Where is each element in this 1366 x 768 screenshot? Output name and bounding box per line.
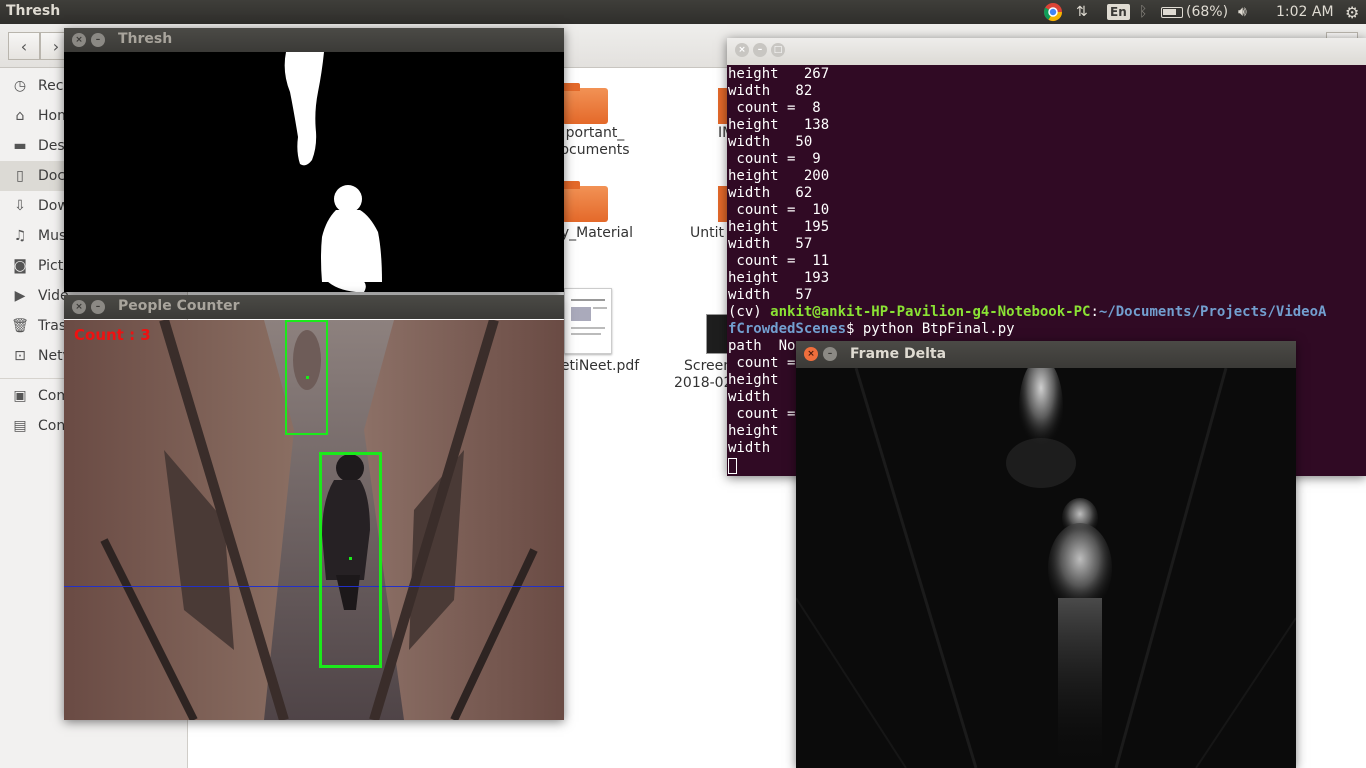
people-counter-titlebar[interactable]: × – People Counter (64, 295, 564, 319)
terminal-line: path No (728, 338, 796, 354)
sidebar-item-label: Tras (38, 318, 67, 334)
sidebar-item-label: Doc (38, 168, 66, 184)
computer-icon: ▣ (13, 388, 27, 404)
folder-icon[interactable] (562, 83, 608, 124)
centroid-marker (349, 557, 352, 560)
thresh-window[interactable]: × – Thresh (64, 28, 564, 292)
people-counter-window[interactable]: × – People Counter Count: 3 (64, 295, 564, 720)
terminal-line: height 138 (728, 117, 830, 133)
window-title: Thresh (118, 31, 173, 47)
chevron-right-icon: › (52, 36, 60, 56)
frame-delta-image (796, 368, 1296, 768)
terminal-titlebar[interactable]: × – □ (727, 38, 1366, 65)
back-button[interactable]: ‹ (8, 32, 40, 60)
maximize-icon[interactable]: □ (771, 43, 785, 57)
terminal-line: count = (728, 406, 804, 422)
video-frame: Count : 3 (64, 320, 564, 720)
minimize-icon[interactable]: – (91, 300, 105, 314)
terminal-line: count = 11 (728, 253, 830, 269)
thresh-mask-image (64, 52, 564, 292)
server-icon: ▤ (13, 418, 27, 434)
terminal-prompt-wrap: fCrowdedScenes$ python BtpFinal.py (728, 321, 1015, 338)
battery-indicator[interactable]: (68%) (1161, 0, 1228, 24)
document-icon: ▯ (16, 168, 24, 184)
thresh-titlebar[interactable]: × – Thresh (64, 28, 564, 52)
network-transfer-icon[interactable]: ⇅ (1076, 0, 1088, 24)
frame-delta-window[interactable]: × – Frame Delta (796, 341, 1296, 768)
clock-icon: ◷ (13, 78, 27, 94)
terminal-prompt: (cv) ankit@ankit-HP-Pavilion-g4-Notebook… (728, 304, 1327, 320)
music-icon: ♫ (13, 228, 27, 244)
volume-icon[interactable]: 🔊︎ (1238, 0, 1247, 24)
pdf-thumbnail-icon[interactable] (564, 288, 612, 354)
terminal-line: width 82 (728, 83, 813, 99)
terminal-cursor (728, 458, 737, 474)
minimize-icon[interactable]: – (753, 43, 767, 57)
system-gear-icon[interactable]: ⚙ (1345, 0, 1359, 24)
sidebar-item-label: Pict (38, 258, 64, 274)
terminal-line: count = 9 (728, 151, 821, 167)
prompt-env: (cv) (728, 304, 771, 320)
terminal-line: height 193 (728, 270, 830, 286)
window-title: Frame Delta (850, 346, 947, 362)
count-overlay: Count : 3 (74, 326, 151, 344)
bluetooth-icon[interactable]: ᛒ (1139, 0, 1147, 24)
file-item-label[interactable]: Untit (690, 225, 724, 242)
frame-delta-titlebar[interactable]: × – Frame Delta (796, 341, 1296, 368)
screenshot-thumbnail-icon[interactable] (706, 314, 728, 354)
sidebar-item-label: Con (38, 418, 66, 434)
camera-icon: ◙ (13, 258, 27, 274)
terminal-line: height 195 (728, 219, 830, 235)
minimize-icon[interactable]: – (91, 33, 105, 47)
top-panel: Thresh ⇅ En ᛒ (68%) 🔊︎ 1:02 AM ⚙ (0, 0, 1366, 24)
keyboard-layout-indicator[interactable]: En (1107, 0, 1130, 24)
folder-icon[interactable] (562, 181, 608, 222)
minimize-icon[interactable]: – (823, 347, 837, 361)
terminal-line: count = 10 (728, 202, 830, 218)
prompt-path-wrap: fCrowdedScenes (728, 321, 847, 337)
chevron-left-icon: ‹ (20, 36, 28, 56)
close-icon[interactable]: × (735, 43, 749, 57)
close-icon[interactable]: × (804, 347, 818, 361)
terminal-line: width 57 (728, 236, 813, 252)
terminal-line: height 267 (728, 66, 830, 82)
terminal-line: width 62 (728, 185, 813, 201)
terminal-command: $ python BtpFinal.py (846, 321, 1015, 337)
chrome-icon[interactable] (1043, 0, 1063, 24)
file-label-line: 2018-02 (674, 375, 733, 391)
terminal-line: height (728, 423, 779, 439)
sidebar-item-label: Des (38, 138, 65, 154)
active-app-title: Thresh (6, 3, 61, 19)
battery-percent: (68%) (1186, 4, 1229, 20)
home-icon: ⌂ (15, 108, 25, 124)
terminal-line: width (728, 389, 771, 405)
terminal-line: height 200 (728, 168, 830, 184)
window-title: People Counter (118, 298, 240, 314)
network-icon: ⊡ (14, 348, 26, 364)
terminal-line: count = (728, 355, 804, 371)
file-item-label[interactable]: Screen 2018-02 (674, 358, 734, 392)
trash-icon: 🗑︎ (11, 318, 29, 334)
video-icon: ▶ (14, 288, 26, 304)
terminal-line: width (728, 440, 771, 456)
prompt-path: ~/Documents/Projects/VideoA (1098, 304, 1327, 320)
download-icon: ⇩ (14, 198, 26, 214)
prompt-user: ankit@ankit-HP-Pavilion-g4-Notebook-PC (770, 304, 1091, 320)
counting-line (64, 586, 564, 587)
close-icon[interactable]: × (72, 300, 86, 314)
terminal-line: width 50 (728, 134, 813, 150)
battery-icon (1161, 6, 1183, 18)
detection-box (319, 452, 382, 668)
folder-icon: ▬ (13, 138, 27, 154)
close-icon[interactable]: × (72, 33, 86, 47)
file-label-line: Screen (684, 358, 733, 374)
terminal-line: width 57 (728, 287, 813, 303)
centroid-marker (306, 376, 309, 379)
keyboard-layout-label: En (1107, 4, 1130, 20)
terminal-line: count = 8 (728, 100, 821, 116)
clock[interactable]: 1:02 AM (1276, 0, 1334, 24)
sidebar-item-label: Mus (38, 228, 67, 244)
terminal-line: height (728, 372, 779, 388)
